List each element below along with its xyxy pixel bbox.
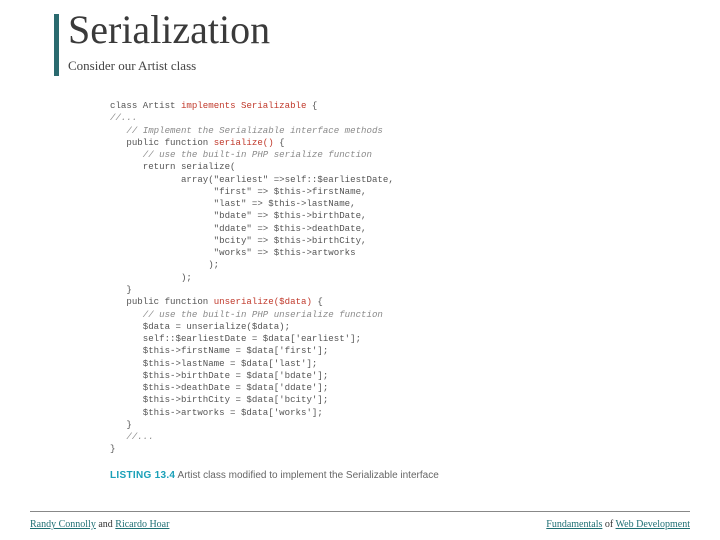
code-comment: // use the built-in PHP unserialize func… (110, 309, 383, 320)
code-line: ); (110, 259, 219, 270)
code-line: "bcity" => $this->birthCity, (110, 235, 367, 246)
code-line: class Artist implements Serializable { (110, 100, 317, 111)
code-line: public function unserialize($data) { (110, 296, 323, 307)
code-line: $data = unserialize($data); (110, 321, 290, 332)
code-line: $this->artworks = $data['works']; (110, 407, 323, 418)
code-line: $this->birthDate = $data['bdate']; (110, 370, 328, 381)
code-line: "ddate" => $this->deathDate, (110, 223, 367, 234)
footer-text: Fundamentals (546, 519, 602, 530)
footer-book-title: Fundamentals of Web Development (546, 519, 690, 530)
code-comment: // Implement the Serializable interface … (110, 125, 383, 136)
code-line: ); (110, 272, 192, 283)
footer-text: of (602, 519, 615, 530)
code-line: "first" => $this->firstName, (110, 186, 367, 197)
slide-title: Serialization (68, 6, 270, 53)
code-comment: //... (110, 112, 137, 123)
code-line: public function serialize() { (110, 137, 285, 148)
code-line: } (110, 284, 132, 295)
footer-authors: Randy Connolly and Ricardo Hoar (30, 519, 169, 530)
title-accent-bar (54, 14, 59, 76)
listing-number: LISTING 13.4 (110, 470, 175, 481)
code-line: self::$earliestDate = $data['earliest']; (110, 333, 361, 344)
listing-text: Artist class modified to implement the S… (178, 470, 439, 481)
author-link: Ricardo Hoar (115, 519, 169, 530)
code-line: $this->lastName = $data['last']; (110, 358, 317, 369)
code-line: $this->firstName = $data['first']; (110, 345, 328, 356)
listing-caption: LISTING 13.4 Artist class modified to im… (110, 470, 439, 481)
code-line: "bdate" => $this->birthDate, (110, 210, 367, 221)
code-line: "last" => $this->lastName, (110, 198, 356, 209)
footer-text: and (96, 519, 115, 530)
footer-text: Web Development (616, 519, 690, 530)
slide-subtitle: Consider our Artist class (68, 58, 196, 74)
footer-divider (30, 511, 690, 512)
code-comment: //... (110, 431, 154, 442)
code-line: $this->deathDate = $data['ddate']; (110, 382, 328, 393)
code-line: } (110, 443, 115, 454)
slide: Serialization Consider our Artist class … (0, 0, 720, 540)
code-line: } (110, 419, 132, 430)
code-line: $this->birthCity = $data['bcity']; (110, 394, 328, 405)
code-line: return serialize( (110, 161, 236, 172)
code-line: array("earliest" =>self::$earliestDate, (110, 174, 394, 185)
code-listing: class Artist implements Serializable { /… (110, 100, 610, 456)
code-comment: // use the built-in PHP serialize functi… (110, 149, 372, 160)
author-link: Randy Connolly (30, 519, 96, 530)
code-line: "works" => $this->artworks (110, 247, 356, 258)
